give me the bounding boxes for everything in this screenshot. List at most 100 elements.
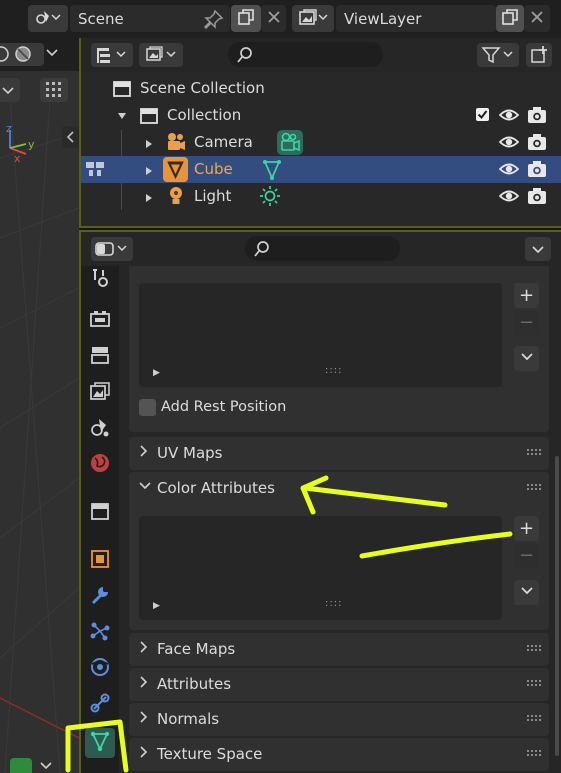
scene-selector-button[interactable] [28,5,68,32]
wrench-icon [89,584,111,610]
delete-scene-button[interactable] [261,5,286,32]
camera-render-icon[interactable] [527,106,547,128]
drag-grip-icon[interactable] [527,677,541,689]
expand-arrow-right-icon[interactable] [144,191,154,207]
tab-object[interactable] [85,546,115,576]
eye-icon[interactable] [498,106,520,128]
remove-shape-key-button[interactable]: − [514,310,539,335]
list-expand-arrow-icon[interactable]: ▶ [153,368,160,378]
3d-viewport[interactable]: z yx [0,38,79,773]
filter-type-button[interactable] [139,43,183,67]
color-attributes-list[interactable]: ▶ :::: [139,516,502,620]
filter-button[interactable] [477,43,519,67]
outliner-row-cube[interactable]: Cube [81,156,561,183]
tab-tool[interactable] [85,266,115,296]
panel-shape-keys: ▶ :::: + − Add Rest Position [129,266,549,432]
viewlayer-name-field[interactable]: ViewLayer [336,5,496,32]
new-viewlayer-button[interactable] [496,5,524,32]
physics-icon [89,656,111,682]
pin-icon[interactable] [203,9,225,33]
sidebar-toggle[interactable] [62,126,79,148]
shading-buttons[interactable] [0,43,44,66]
checkbox-icon[interactable] [475,107,490,126]
plus-icon: + [518,285,535,306]
light-object-icon [166,185,186,211]
list-resize-grip[interactable]: :::: [325,365,342,376]
outliner-row-camera[interactable]: Camera [81,129,561,156]
tab-modifiers[interactable] [85,582,115,612]
drag-grip-icon[interactable] [527,747,541,759]
panel-header[interactable]: Color Attributes [129,472,549,505]
delete-viewlayer-button[interactable] [524,5,550,32]
shape-keys-list[interactable]: ▶ :::: [139,283,502,387]
chevron-down-icon[interactable] [40,760,52,773]
shape-key-specials-button[interactable] [514,346,539,371]
outliner-row-collection[interactable]: Collection [81,102,561,129]
tab-particles[interactable] [85,618,115,648]
new-collection-button[interactable] [526,43,552,67]
eye-icon[interactable] [498,160,520,182]
object-icon [89,548,111,574]
panel-normals[interactable]: Normals [129,703,549,736]
scene-collection-icon [112,78,132,102]
list-resize-grip[interactable]: :::: [325,598,342,609]
add-shape-key-button[interactable]: + [514,283,539,308]
drag-grip-icon[interactable] [527,446,541,458]
panel-face-maps[interactable]: Face Maps [129,633,549,666]
camera-render-icon[interactable] [527,133,547,155]
properties-search-input[interactable] [245,236,400,261]
axis-gizmo[interactable]: z yx [4,122,50,170]
outliner-search-input[interactable] [228,42,383,67]
chevron-right-icon [139,746,149,762]
panel-attributes[interactable]: Attributes [129,668,549,701]
camera-render-icon[interactable] [527,160,547,182]
eye-icon[interactable] [498,133,520,155]
tab-render[interactable] [85,306,115,336]
tab-world[interactable] [85,450,115,480]
panel-uv-maps[interactable]: UV Maps [129,437,549,470]
drag-grip-icon[interactable] [527,712,541,724]
expand-arrow-right-icon[interactable] [144,164,154,180]
light-data-icon[interactable] [259,185,281,211]
expand-arrow-right-icon[interactable] [144,137,154,153]
tab-scene[interactable] [85,414,115,444]
new-scene-button[interactable] [231,5,261,32]
drag-grip-icon[interactable] [527,642,541,654]
search-icon [253,240,271,262]
expand-arrow-down-icon[interactable] [117,109,127,125]
status-app-icon[interactable] [10,758,32,773]
tab-mesh-data[interactable] [85,728,115,758]
tab-collection[interactable] [85,498,115,528]
world-icon [89,452,111,478]
chevron-right-icon [139,676,149,692]
chevron-down-icon[interactable] [46,47,58,63]
mesh-data-icon[interactable] [262,159,282,185]
remove-color-attribute-button[interactable]: − [514,543,539,568]
camera-data-icon[interactable] [277,130,303,155]
properties-scrollbar[interactable] [555,456,559,756]
tab-constraints[interactable] [85,690,115,720]
outliner-row-scene-collection[interactable]: Scene Collection [81,75,561,102]
viewport-overlay-button[interactable] [40,78,68,102]
options-dropdown-button[interactable] [525,237,551,261]
chevron-down-icon [520,582,534,603]
outliner-row-light[interactable]: Light [81,183,561,210]
add-color-attribute-button[interactable]: + [514,516,539,541]
outliner-label: Light [194,187,232,205]
tab-view-layer[interactable] [85,378,115,408]
display-mode-button[interactable] [91,43,133,67]
panel-texture-space[interactable]: Texture Space [129,738,549,771]
eye-icon[interactable] [498,187,520,209]
list-expand-arrow-icon[interactable]: ▶ [153,601,160,611]
panel-title: Normals [157,710,220,728]
editor-type-button[interactable] [91,237,133,261]
color-attribute-specials-button[interactable] [514,580,539,605]
tab-output[interactable] [85,342,115,372]
minus-icon: − [518,312,535,333]
tab-physics[interactable] [85,654,115,684]
viewport-dropdown-button[interactable] [0,78,20,102]
drag-grip-icon[interactable] [527,481,541,493]
viewlayer-selector-button[interactable] [292,5,334,32]
scene-icon [35,8,61,29]
camera-render-icon[interactable] [527,187,547,209]
